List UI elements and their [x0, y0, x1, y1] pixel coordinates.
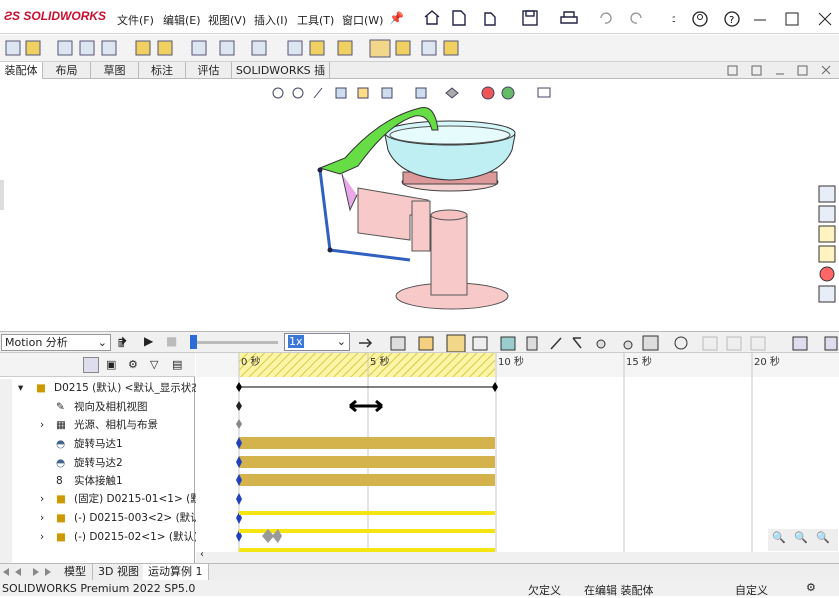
timeline[interactable]: 0 秒 5 秒 10 秒 15 秒 20 秒 🔍 🔍 🔍	[196, 353, 839, 553]
menu-tools[interactable]: 工具(T)	[297, 12, 334, 28]
playback-speed-value: 1x	[288, 335, 304, 348]
assembly-model[interactable]	[300, 100, 530, 315]
tree-rows: ^▾ ■ D0215 (默认) <默认_显示状态 ✎ 视向及相机视图 › ▦ 光…	[0, 377, 211, 567]
study-type-value: Motion 分析	[5, 336, 68, 349]
main-toolbar	[0, 35, 839, 62]
part-icon: ■	[56, 512, 66, 524]
tab-navigation-arrows[interactable]	[0, 566, 56, 579]
lights-icon: ▦	[56, 419, 66, 431]
tab-sketch[interactable]: 草图	[91, 62, 139, 79]
camera-icon: ✎	[56, 401, 65, 413]
filter-icon[interactable]	[83, 357, 99, 373]
play-icon[interactable]: ▶	[144, 334, 153, 348]
tab-motion-study-1[interactable]: 运动算例 1	[143, 564, 209, 580]
motion-toolbar: Motion 分析 ⌄ 🖩 ⏵ ▶ ■ 1x ⌄	[0, 331, 839, 353]
tab-assembly[interactable]: 装配体	[0, 62, 43, 79]
motor-icon: ◓	[56, 438, 66, 450]
tree-item-label: (固定) D0215-01<1> (默认	[74, 493, 212, 505]
zoom-in-icon[interactable]: 🔍	[794, 531, 808, 544]
window-controls: ?	[692, 11, 832, 27]
tree-item-label: (-) D0215-003<2> (默认)	[74, 512, 205, 524]
tree-item-label: 旋转马达1	[74, 438, 123, 450]
chevron-down-icon: ⌄	[336, 335, 346, 348]
command-manager-tabs: 装配体 布局 草图 标注 评估 SOLIDWORKS 插件	[0, 62, 839, 94]
time-label-15: 15 秒	[626, 355, 652, 368]
svg-text:?: ?	[729, 15, 734, 26]
zoom-out-icon[interactable]: 🔍	[816, 531, 830, 544]
time-label-5: 5 秒	[370, 355, 390, 368]
product-version: SOLIDWORKS Premium 2022 SP5.0	[2, 582, 196, 595]
assembly-icon: ■	[36, 382, 46, 394]
tree-item-label: 光源、相机与布景	[74, 419, 158, 431]
playback-slider[interactable]	[190, 341, 278, 344]
playback-speed-select[interactable]: 1x ⌄	[284, 333, 350, 351]
filter-selected-icon[interactable]: ▽	[150, 358, 158, 371]
zoom-controls: 🔍 🔍 🔍	[768, 529, 838, 551]
study-type-select[interactable]: Motion 分析 ⌄	[1, 334, 111, 351]
task-pane-tabs	[816, 183, 839, 313]
timeline-graph: 0 秒 5 秒 10 秒 15 秒 20 秒	[196, 353, 839, 553]
tab-markup[interactable]: 标注	[139, 62, 186, 79]
menu-view[interactable]: 视图(V)	[208, 12, 246, 28]
filter-driving-icon[interactable]: ⚙	[128, 358, 138, 371]
filter-results-icon[interactable]: ▤	[172, 358, 182, 371]
tree-scrollbar[interactable]	[0, 379, 12, 563]
time-label-10: 10 秒	[498, 355, 524, 368]
tab-solidworks-addins[interactable]: SOLIDWORKS 插件	[232, 62, 330, 94]
contact-icon: 8	[56, 475, 63, 487]
pin-icon[interactable]: 📌	[389, 11, 404, 25]
tab-3d-views[interactable]: 3D 视图	[93, 564, 145, 580]
tree-item-label: 实体接触1	[74, 475, 123, 487]
menu-file[interactable]: 文件(F)	[117, 12, 154, 28]
menu-window[interactable]: 窗口(W)	[342, 12, 383, 28]
title-bar: ƧS SOLIDWORKS 文件(F) 编辑(E) 视图(V) 插入(I) 工具…	[0, 0, 839, 34]
status-bar: SOLIDWORKS Premium 2022 SP5.0 欠定义 在编辑 装配…	[0, 580, 839, 597]
zoom-to-fit-icon[interactable]: 🔍	[772, 531, 786, 544]
quick-access-toolbar: ↄ	[415, 8, 678, 28]
scroll-left-icon[interactable]: ‹	[200, 549, 204, 560]
tab-layout[interactable]: 布局	[43, 62, 91, 79]
tab-evaluate[interactable]: 评估	[186, 62, 232, 79]
motor-icon: ◓	[56, 457, 66, 469]
left-panel-handle[interactable]	[0, 180, 4, 210]
menu-insert[interactable]: 插入(I)	[254, 12, 288, 28]
svg-text:ↄ: ↄ	[672, 14, 675, 25]
chevron-down-icon: ⌄	[97, 336, 107, 349]
part-icon: ■	[56, 531, 66, 543]
bottom-tabs: 模型 3D 视图 运动算例 1	[0, 563, 839, 580]
tree-item-label: (-) D0215-02<1> (默认)	[74, 531, 199, 543]
time-label-20: 20 秒	[754, 355, 780, 368]
menu-edit[interactable]: 编辑(E)	[163, 12, 201, 28]
tree-filter-bar: ▣ ⚙ ▽ ▤	[0, 353, 195, 377]
time-label-0: 0 秒	[241, 355, 261, 368]
tree-item-label: 视向及相机视图	[74, 401, 148, 413]
play-from-start-icon[interactable]: ⏵	[121, 334, 127, 349]
tree-item-label: D0215 (默认) <默认_显示状态	[54, 382, 202, 394]
graphics-area[interactable]	[0, 80, 839, 332]
motion-feature-tree: ▣ ⚙ ▽ ▤ ^▾ ■ D0215 (默认) <默认_显示状态 ✎ 视向及相机…	[0, 353, 211, 563]
settings-icon[interactable]: ⚙	[806, 581, 816, 594]
stop-icon[interactable]: ■	[166, 334, 177, 348]
panel-controls	[727, 65, 831, 76]
tree-item-label: 旋转马达2	[74, 457, 123, 469]
playback-slider-thumb[interactable]	[190, 335, 197, 349]
tab-model[interactable]: 模型	[58, 564, 93, 580]
part-icon: ■	[56, 493, 66, 505]
filter-animated-icon[interactable]: ▣	[106, 358, 116, 371]
motion-tools	[359, 334, 838, 352]
solidworks-logo: ƧS SOLIDWORKS	[4, 9, 107, 23]
timeline-horizontal-scrollbar[interactable]: ‹	[196, 549, 839, 563]
